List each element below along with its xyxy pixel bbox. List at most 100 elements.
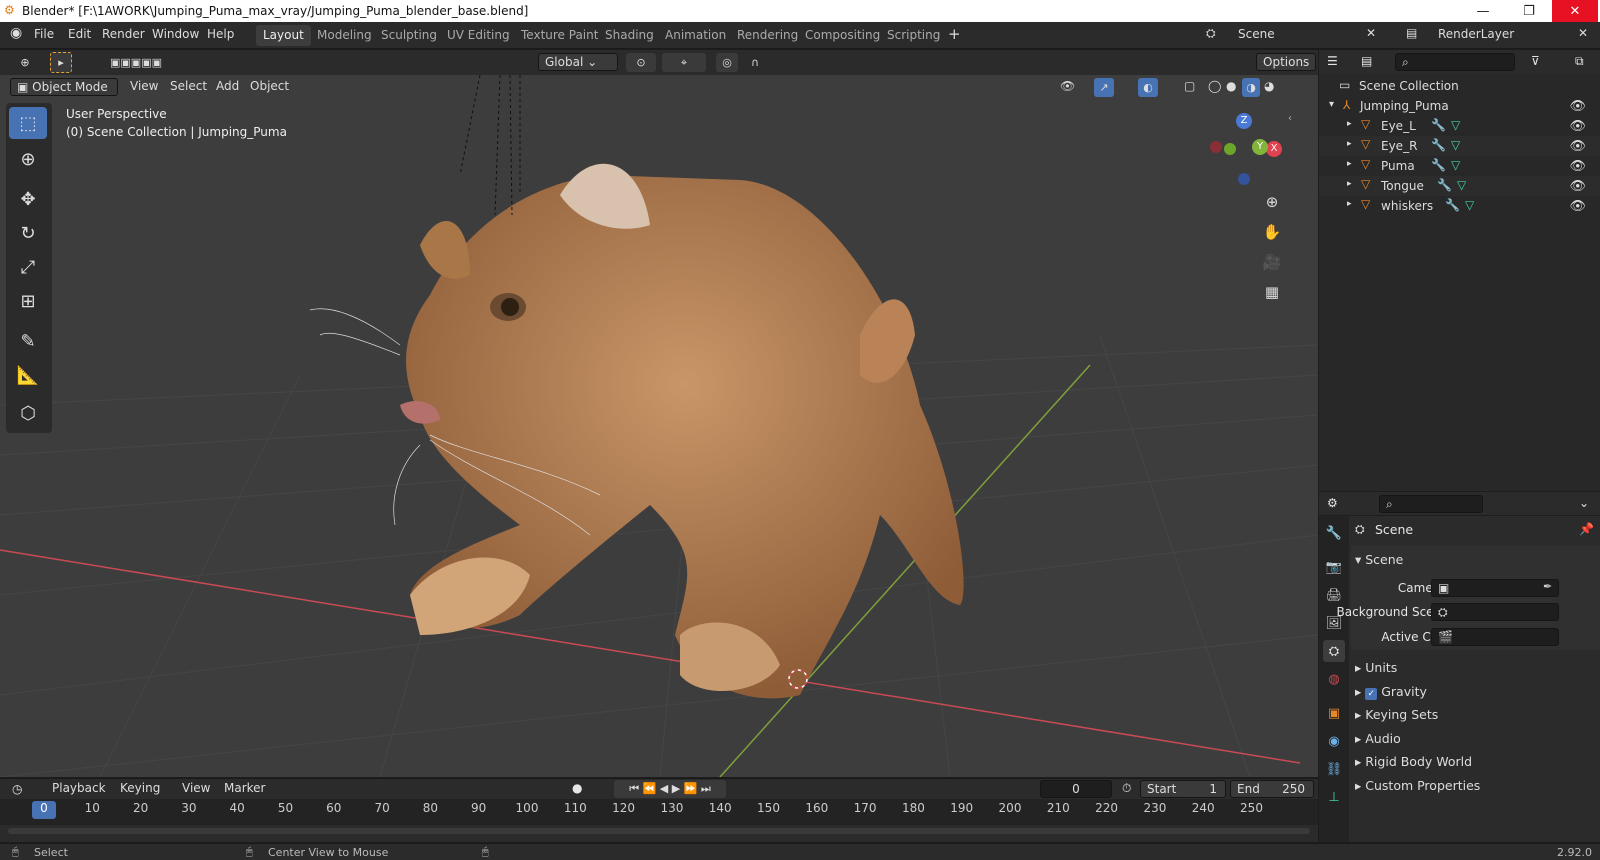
keying-sets-section[interactable]: ▸ Keying Sets — [1355, 707, 1438, 722]
renderlayer-selector-icon[interactable]: ▤ — [1406, 26, 1417, 40]
playback-controls[interactable]: ⏮ ⏪ ◀ ▶ ⏩ ⏭ — [614, 780, 726, 798]
outliner-row-jumping-puma[interactable]: ▾ ⅄ Jumping_Puma 👁 — [1319, 96, 1600, 116]
tab-modeling[interactable]: Modeling — [310, 25, 379, 46]
scene-close-icon[interactable]: ✕ — [1366, 26, 1376, 40]
new-collection-icon[interactable]: ⧉ — [1575, 54, 1584, 69]
move-tool-icon[interactable]: ✥ — [9, 183, 47, 215]
tab-rendering[interactable]: Rendering — [730, 25, 805, 46]
gizmo-neg-x[interactable] — [1210, 141, 1222, 153]
current-frame-field[interactable]: 0 — [1040, 780, 1112, 798]
add-cube-tool-icon[interactable]: ⬡ — [9, 397, 47, 429]
close-button[interactable]: ✕ — [1552, 0, 1598, 22]
menu-help[interactable]: Help — [207, 27, 234, 41]
outliner-row-eye-l[interactable]: ▸ ▽ Eye_L 🔧 ▽ 👁 — [1319, 116, 1600, 136]
minimize-button[interactable]: — — [1460, 0, 1506, 22]
mesh-data-icon[interactable]: ▽ — [1465, 198, 1474, 212]
visibility-eye-icon[interactable]: 👁 — [1569, 199, 1586, 214]
mesh-data-icon[interactable]: ▽ — [1457, 178, 1466, 192]
visibility-eye-icon[interactable]: 👁 — [1569, 119, 1586, 134]
timeline-menu-keying[interactable]: Keying — [120, 781, 160, 795]
display-mode-icon[interactable]: ▤ — [1361, 54, 1372, 68]
scene-tab-icon[interactable]: ⛭ — [1323, 640, 1345, 662]
menu-render[interactable]: Render — [102, 27, 145, 41]
expand-icon[interactable]: ▸ — [1347, 159, 1352, 169]
object-tab-icon[interactable]: ▣ — [1323, 702, 1345, 724]
gizmo-neg-z[interactable] — [1238, 173, 1250, 185]
proportional-edit-icon[interactable]: ◎ — [716, 53, 738, 72]
transform-tool-icon[interactable]: ⊞ — [9, 285, 47, 317]
visibility-eye-icon[interactable]: 👁 — [1569, 159, 1586, 174]
scene-panel-header[interactable]: ▾ Scene — [1355, 552, 1403, 567]
modifier-wrench-icon[interactable]: 🔧 — [1431, 158, 1446, 172]
selection-mode-icons[interactable]: ▣▣▣▣▣ — [90, 53, 182, 72]
sidebar-toggle-icon[interactable]: ‹ — [1288, 113, 1292, 124]
visibility-eye-icon[interactable]: 👁 — [1569, 99, 1586, 114]
annotate-tool-icon[interactable]: ✎ — [9, 325, 47, 357]
camera-view-icon[interactable]: 🎥 — [1259, 249, 1285, 275]
add-workspace-icon[interactable]: + — [948, 25, 961, 43]
menu-edit[interactable]: Edit — [68, 27, 91, 41]
custom-properties-section[interactable]: ▸ Custom Properties — [1355, 778, 1480, 793]
rigid-body-world-section[interactable]: ▸ Rigid Body World — [1355, 754, 1472, 769]
modifier-wrench-icon[interactable]: 🔧 — [1437, 178, 1452, 192]
mesh-data-icon[interactable]: ▽ — [1451, 158, 1460, 172]
gizmo-y-axis[interactable]: Y — [1252, 139, 1268, 155]
3d-viewport[interactable]: ▣ Object Mode View Select Add Object 👁 ↗… — [0, 75, 1318, 777]
gizmo-neg-y[interactable] — [1224, 143, 1236, 155]
units-section[interactable]: ▸ Units — [1355, 660, 1397, 675]
tab-compositing[interactable]: Compositing — [798, 25, 887, 46]
outliner-search-input[interactable]: ⌕ — [1395, 53, 1515, 71]
outliner-row-whiskers[interactable]: ▸ ▽ whiskers 🔧 ▽ 👁 — [1319, 196, 1600, 216]
pivot-point-icon[interactable]: ⊙ — [626, 53, 656, 72]
start-frame-field[interactable]: Start 1 — [1140, 780, 1226, 798]
outliner-row-tongue[interactable]: ▸ ▽ Tongue 🔧 ▽ 👁 — [1319, 176, 1600, 196]
world-tab-icon[interactable]: ◍ — [1323, 668, 1345, 690]
renderlayer-field[interactable]: RenderLayer — [1432, 26, 1550, 44]
timeline-editor-icon[interactable]: ◷ — [12, 782, 22, 796]
tab-scripting[interactable]: Scripting — [880, 25, 947, 46]
physics-tab-icon[interactable]: ◉ — [1323, 730, 1345, 752]
rotate-tool-icon[interactable]: ↻ — [9, 217, 47, 249]
tab-sculpting[interactable]: Sculpting — [374, 25, 444, 46]
tab-layout[interactable]: Layout — [256, 25, 311, 46]
restore-button[interactable]: ❐ — [1506, 0, 1552, 22]
zoom-icon[interactable]: ⊕ — [1259, 189, 1285, 215]
transform-orientation-dropdown[interactable]: Global ⌄ — [538, 53, 618, 71]
select-tool-icon[interactable]: ⬚ — [9, 107, 47, 139]
scene-field[interactable]: Scene — [1232, 26, 1350, 44]
end-frame-field[interactable]: End 250 — [1230, 780, 1314, 798]
falloff-icon[interactable]: ∩ — [740, 53, 770, 72]
tab-uv-editing[interactable]: UV Editing — [440, 25, 517, 46]
constraints-tab-icon[interactable]: ⛓ — [1323, 758, 1345, 780]
cursor-tool-icon[interactable]: ⊕ — [9, 143, 47, 175]
modifier-wrench-icon[interactable]: 🔧 — [1445, 198, 1460, 212]
options-dropdown[interactable]: Options ⌄ — [1256, 53, 1316, 71]
ortho-grid-icon[interactable]: ▦ — [1259, 279, 1285, 305]
gravity-checkbox[interactable]: ✓ — [1365, 688, 1378, 700]
background-scene-field[interactable]: ⛭ — [1431, 603, 1559, 621]
active-clip-field[interactable]: 🎬 — [1431, 628, 1559, 646]
mesh-data-icon[interactable]: ▽ — [1451, 138, 1460, 152]
scale-tool-icon[interactable]: ⤢ — [9, 251, 47, 283]
tool-tab-icon[interactable]: 🔧 — [1323, 522, 1345, 544]
gravity-section[interactable]: ▸ ✓ Gravity — [1355, 684, 1427, 700]
visibility-eye-icon[interactable]: 👁 — [1569, 179, 1586, 194]
outliner-row-puma[interactable]: ▸ ▽ Puma 🔧 ▽ 👁 — [1319, 156, 1600, 176]
pin-icon[interactable]: 📌 — [1579, 522, 1594, 536]
gizmo-x-axis[interactable]: X — [1266, 141, 1282, 157]
timeline-scrollbar[interactable] — [8, 828, 1310, 834]
renderlayer-close-icon[interactable]: ✕ — [1578, 26, 1588, 40]
outliner-row-scene-collection[interactable]: ▭ Scene Collection — [1319, 76, 1600, 96]
tab-shading[interactable]: Shading — [598, 25, 661, 46]
data-tab-icon[interactable]: ⊥ — [1323, 786, 1345, 808]
filter-icon[interactable]: ⊽ — [1531, 54, 1540, 68]
properties-editor-icon[interactable]: ⚙ — [1327, 496, 1338, 510]
modifier-wrench-icon[interactable]: 🔧 — [1431, 138, 1446, 152]
properties-options-icon[interactable]: ⌄ — [1579, 496, 1589, 510]
menu-window[interactable]: Window — [152, 27, 199, 41]
snap-icon[interactable]: ⌖ — [662, 53, 706, 72]
timeline-menu-view[interactable]: View — [182, 781, 210, 795]
expand-icon[interactable]: ▾ — [1329, 99, 1334, 110]
modifier-wrench-icon[interactable]: 🔧 — [1431, 118, 1446, 132]
record-keyframe-icon[interactable]: ● — [572, 781, 582, 795]
